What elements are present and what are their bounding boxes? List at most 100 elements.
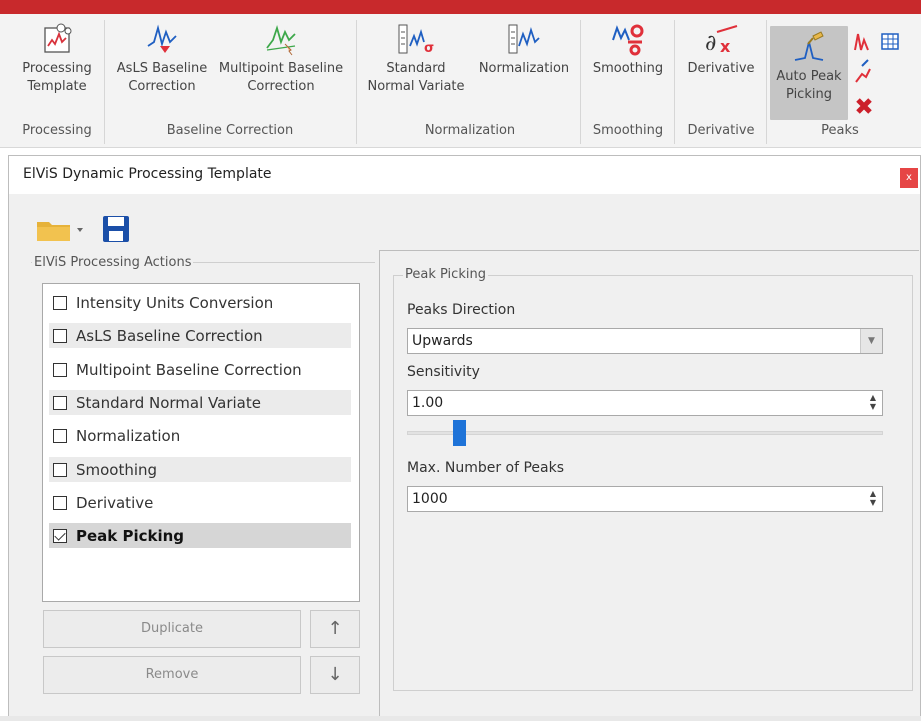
list-item-label: Derivative (76, 493, 154, 512)
dialog-titlebar: ElViS Dynamic Processing Template x (9, 156, 920, 194)
multipoint-label: Multipoint Baseline (218, 61, 344, 76)
snv-icon: σ (398, 24, 434, 56)
peak-table-icon[interactable] (881, 33, 899, 50)
snv-label-2: Normal Variate (367, 79, 465, 94)
snv-label: Standard (386, 61, 446, 76)
processing-template-button[interactable]: Processing Template (14, 22, 100, 96)
max-peaks-input[interactable]: 1000 ▲ ▼ (407, 486, 883, 512)
dialog-title: ElViS Dynamic Processing Template (23, 166, 272, 182)
sensitivity-slider-thumb[interactable] (453, 420, 466, 446)
ribbon: Processing Template Processing AsLS Base… (0, 14, 921, 148)
actions-fieldset-label: ElViS Processing Actions (32, 255, 194, 270)
list-item-label: Peak Picking (76, 526, 185, 545)
derivative-label: Derivative (687, 61, 755, 76)
asls-baseline-button[interactable]: AsLS Baseline Correction (112, 22, 212, 96)
list-item-label: Multipoint Baseline Correction (76, 360, 302, 379)
actions-list[interactable]: Intensity Units Conversion AsLS Baseline… (42, 283, 360, 602)
max-peaks-value: 1000 (412, 491, 448, 507)
list-item[interactable]: Multipoint Baseline Correction (49, 357, 351, 382)
sensitivity-value: 1.00 (412, 395, 444, 411)
derivative-button[interactable]: ∂ x Derivative (678, 22, 764, 78)
duplicate-button[interactable]: Duplicate (43, 610, 301, 648)
sensitivity-label: Sensitivity (407, 364, 480, 380)
checkbox[interactable] (53, 462, 67, 477)
auto-peak-picking-button[interactable]: Auto Peak Picking (770, 26, 848, 120)
list-item[interactable]: Smoothing (49, 457, 351, 482)
divider (766, 20, 767, 144)
background-strip (0, 716, 921, 721)
multipoint-label-2: Correction (247, 79, 315, 94)
remove-button[interactable]: Remove (43, 656, 301, 694)
max-peaks-label: Max. Number of Peaks (407, 460, 565, 476)
asls-baseline-icon (147, 24, 177, 53)
move-up-button[interactable]: ↑ (310, 610, 360, 648)
add-peak-icon[interactable] (855, 59, 871, 83)
list-item-label: Normalization (76, 426, 181, 445)
divider (580, 20, 581, 144)
smoothing-icon (612, 24, 644, 56)
normalization-icon (508, 24, 540, 54)
normalization-button[interactable]: Normalization (472, 22, 576, 78)
list-item[interactable]: Derivative (49, 490, 351, 515)
svg-text:∂: ∂ (705, 31, 716, 56)
list-item-selected[interactable]: Peak Picking (49, 523, 351, 548)
save-icon (103, 216, 129, 242)
chevron-down-icon (77, 228, 83, 232)
processing-template-label-2: Template (27, 79, 87, 94)
list-item-label: AsLS Baseline Correction (76, 326, 263, 345)
svg-text:x: x (720, 37, 731, 56)
list-item[interactable]: AsLS Baseline Correction (49, 323, 351, 348)
sensitivity-slider-track[interactable] (407, 431, 883, 435)
peaks-direction-select[interactable]: Upwards ▼ (407, 328, 883, 354)
close-button[interactable]: x (900, 168, 918, 188)
derivative-icon: ∂ x (705, 25, 738, 56)
normalization-label: Normalization (478, 61, 570, 76)
group-label-normalization: Normalization (424, 123, 516, 138)
checkbox[interactable] (53, 328, 67, 343)
processing-template-icon (44, 23, 72, 53)
list-item[interactable]: Standard Normal Variate (49, 390, 351, 415)
menu-bar (0, 0, 921, 14)
group-label-derivative: Derivative (687, 123, 755, 138)
checkbox[interactable] (53, 428, 67, 443)
processing-template-label: Processing (22, 61, 92, 76)
multipoint-baseline-button[interactable]: Multipoint Baseline Correction (214, 22, 348, 96)
save-button[interactable] (101, 214, 131, 248)
list-item-label: Smoothing (76, 460, 158, 479)
peaks-direction-label: Peaks Direction (407, 302, 516, 318)
checkbox[interactable] (53, 295, 67, 310)
delete-peak-icon[interactable] (856, 98, 872, 114)
group-label-processing: Processing (22, 123, 92, 138)
chevron-down-icon[interactable]: ▼ (860, 329, 882, 353)
checkbox-checked[interactable] (53, 528, 67, 543)
peaks-direction-value: Upwards (412, 333, 473, 349)
smoothing-label: Smoothing (592, 61, 664, 76)
divider (356, 20, 357, 144)
checkbox[interactable] (53, 362, 67, 377)
asls-label-2: Correction (128, 79, 196, 94)
peak-list-icon[interactable] (854, 33, 869, 51)
snv-button[interactable]: σ Standard Normal Variate (364, 22, 468, 96)
spinner-icon[interactable]: ▲ ▼ (866, 393, 880, 413)
multipoint-baseline-icon (266, 24, 296, 56)
move-down-button[interactable]: ↓ (310, 656, 360, 694)
peaks-small-icons (854, 33, 899, 114)
auto-peak-label: Auto Peak (776, 69, 842, 84)
divider (674, 20, 675, 144)
smoothing-button[interactable]: Smoothing (584, 22, 672, 78)
checkbox[interactable] (53, 495, 67, 510)
checkbox[interactable] (53, 395, 67, 410)
divider (104, 20, 105, 144)
peak-picking-group-label: Peak Picking (403, 267, 488, 282)
open-folder-button[interactable] (35, 216, 89, 248)
auto-peak-picking-icon (794, 31, 824, 61)
list-item[interactable]: Normalization (49, 423, 351, 448)
asls-label: AsLS Baseline (116, 61, 208, 76)
spinner-icon[interactable]: ▲ ▼ (866, 489, 880, 509)
processing-template-dialog: ElViS Dynamic Processing Template x ElVi… (8, 155, 921, 721)
list-item-label: Intensity Units Conversion (76, 293, 274, 312)
list-item-label: Standard Normal Variate (76, 393, 261, 412)
sensitivity-input[interactable]: 1.00 ▲ ▼ (407, 390, 883, 416)
folder-icon (37, 222, 83, 241)
list-item[interactable]: Intensity Units Conversion (49, 290, 351, 315)
